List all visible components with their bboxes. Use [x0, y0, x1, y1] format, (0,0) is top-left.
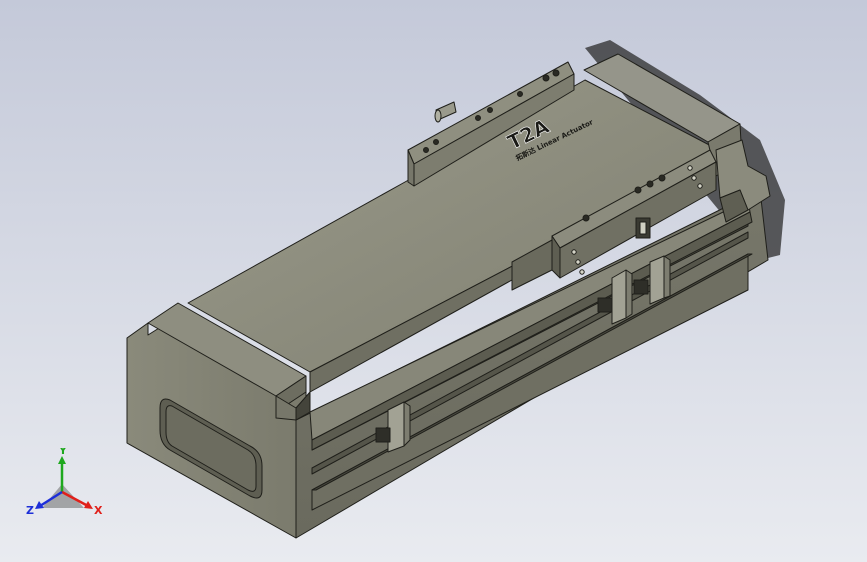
- x-axis-label: X: [94, 504, 103, 517]
- coordinate-triad: Y X Z: [26, 448, 103, 517]
- 3d-viewport[interactable]: T2A 拓斯达 Linear Actuator Y X Z: [0, 0, 867, 562]
- y-axis-label: Y: [58, 448, 68, 457]
- linear-module-model[interactable]: T2A 拓斯达 Linear Actuator: [0, 0, 867, 562]
- z-axis-label: Z: [26, 504, 34, 517]
